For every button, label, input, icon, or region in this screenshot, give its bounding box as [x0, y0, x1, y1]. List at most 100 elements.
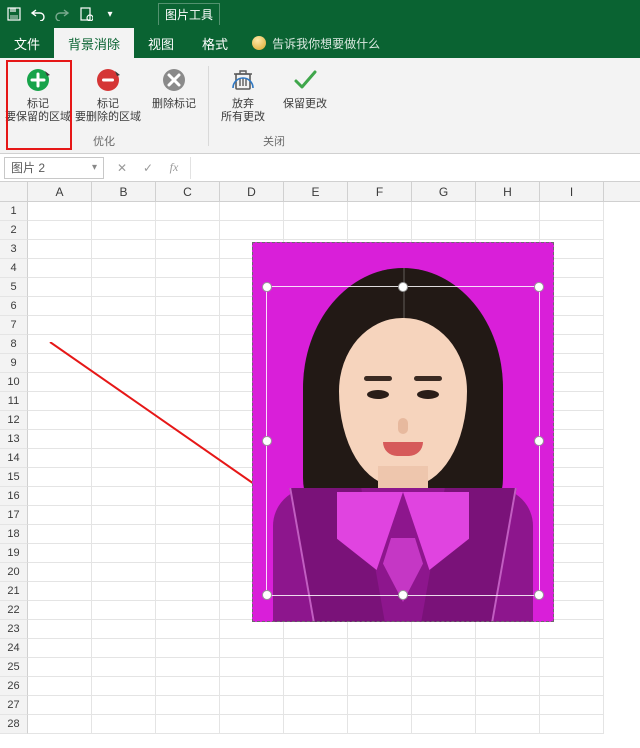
cell[interactable] — [28, 221, 92, 240]
cell[interactable] — [28, 487, 92, 506]
tab-view[interactable]: 视图 — [134, 28, 188, 58]
cell[interactable] — [156, 221, 220, 240]
tab-background-remove[interactable]: 背景消除 — [54, 28, 134, 58]
row-header[interactable]: 8 — [0, 335, 28, 354]
cell[interactable] — [92, 544, 156, 563]
cell[interactable] — [412, 696, 476, 715]
cell[interactable] — [284, 715, 348, 734]
cell[interactable] — [92, 487, 156, 506]
cell[interactable] — [156, 411, 220, 430]
row-header[interactable]: 17 — [0, 506, 28, 525]
cell[interactable] — [156, 525, 220, 544]
cell[interactable] — [28, 354, 92, 373]
cell[interactable] — [412, 221, 476, 240]
resize-handle[interactable] — [534, 590, 544, 600]
cell[interactable] — [284, 677, 348, 696]
cell[interactable] — [220, 639, 284, 658]
cancel-formula-button[interactable]: ✕ — [112, 161, 132, 175]
cell[interactable] — [28, 335, 92, 354]
cell[interactable] — [348, 715, 412, 734]
cell[interactable] — [92, 221, 156, 240]
name-box[interactable]: 图片 2 ▾ — [4, 157, 104, 179]
cell[interactable] — [156, 240, 220, 259]
cell[interactable] — [92, 677, 156, 696]
resize-handle[interactable] — [262, 436, 272, 446]
cell[interactable] — [156, 487, 220, 506]
insert-function-button[interactable]: fx — [164, 160, 184, 175]
cell[interactable] — [540, 202, 604, 221]
delete-mark-button[interactable]: 删除标记 — [144, 62, 204, 126]
cell[interactable] — [220, 715, 284, 734]
row-header[interactable]: 21 — [0, 582, 28, 601]
cell[interactable] — [220, 202, 284, 221]
chevron-down-icon[interactable]: ▾ — [92, 162, 97, 173]
cell[interactable] — [476, 715, 540, 734]
cell[interactable] — [28, 525, 92, 544]
cell[interactable] — [540, 677, 604, 696]
column-header[interactable]: D — [220, 182, 284, 201]
row-header[interactable]: 19 — [0, 544, 28, 563]
cell[interactable] — [476, 677, 540, 696]
cell[interactable] — [92, 297, 156, 316]
row-header[interactable]: 3 — [0, 240, 28, 259]
cell[interactable] — [156, 639, 220, 658]
cell[interactable] — [284, 658, 348, 677]
cell[interactable] — [156, 715, 220, 734]
cell[interactable] — [156, 297, 220, 316]
column-header[interactable]: A — [28, 182, 92, 201]
cell[interactable] — [540, 715, 604, 734]
cell[interactable] — [348, 677, 412, 696]
cell[interactable] — [476, 639, 540, 658]
cell[interactable] — [156, 373, 220, 392]
cell[interactable] — [92, 354, 156, 373]
keep-changes-button[interactable]: 保留更改 — [275, 62, 335, 126]
cell[interactable] — [28, 392, 92, 411]
cell[interactable] — [28, 715, 92, 734]
row-header[interactable]: 27 — [0, 696, 28, 715]
cell[interactable] — [156, 354, 220, 373]
cell[interactable] — [28, 449, 92, 468]
cell[interactable] — [284, 696, 348, 715]
cell[interactable] — [156, 468, 220, 487]
cell[interactable] — [348, 202, 412, 221]
cell[interactable] — [156, 278, 220, 297]
cell[interactable] — [412, 202, 476, 221]
column-header[interactable]: F — [348, 182, 412, 201]
undo-icon[interactable] — [30, 6, 46, 22]
row-header[interactable]: 20 — [0, 563, 28, 582]
cell[interactable] — [156, 259, 220, 278]
qat-dropdown-icon[interactable]: ▾ — [102, 6, 118, 22]
cell[interactable] — [92, 278, 156, 297]
row-header[interactable]: 18 — [0, 525, 28, 544]
column-header[interactable]: E — [284, 182, 348, 201]
cell[interactable] — [156, 582, 220, 601]
mark-keep-button[interactable]: 标记要保留的区域 — [4, 62, 72, 126]
save-icon[interactable] — [6, 6, 22, 22]
cell[interactable] — [156, 506, 220, 525]
resize-handle[interactable] — [398, 590, 408, 600]
cell[interactable] — [92, 620, 156, 639]
resize-handle[interactable] — [398, 282, 408, 292]
mark-remove-button[interactable]: 标记要删除的区域 — [74, 62, 142, 126]
cell[interactable] — [156, 563, 220, 582]
cell[interactable] — [348, 696, 412, 715]
column-header[interactable]: H — [476, 182, 540, 201]
resize-handle[interactable] — [262, 590, 272, 600]
row-header[interactable]: 12 — [0, 411, 28, 430]
select-all-corner[interactable] — [0, 182, 28, 201]
cell[interactable] — [92, 468, 156, 487]
cell[interactable] — [476, 202, 540, 221]
row-header[interactable]: 1 — [0, 202, 28, 221]
resize-handle[interactable] — [534, 436, 544, 446]
tell-me-search[interactable]: 告诉我你想要做什么 — [252, 28, 380, 58]
redo-icon[interactable] — [54, 6, 70, 22]
row-header[interactable]: 22 — [0, 601, 28, 620]
cell[interactable] — [412, 620, 476, 639]
formula-input[interactable] — [190, 157, 640, 179]
cell[interactable] — [28, 297, 92, 316]
cell[interactable] — [28, 696, 92, 715]
cell[interactable] — [92, 335, 156, 354]
cell[interactable] — [412, 677, 476, 696]
cell[interactable] — [92, 392, 156, 411]
cell[interactable] — [156, 544, 220, 563]
